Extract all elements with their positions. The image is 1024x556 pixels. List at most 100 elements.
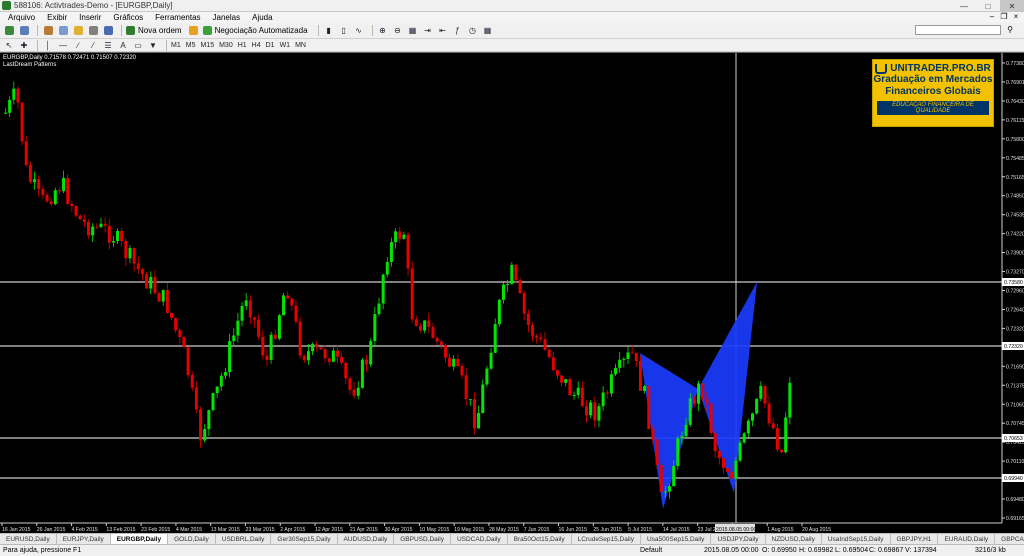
search-icon[interactable]: ⚲: [1004, 25, 1016, 35]
chart-tab[interactable]: GBPUSD,Daily: [394, 534, 451, 544]
data-window-icon[interactable]: [57, 25, 69, 37]
candle-body: [692, 398, 696, 404]
menu-bar: Arquivo Exibir Inserir Gráficos Ferramen…: [0, 12, 1024, 23]
timeframe-h4[interactable]: H4: [252, 42, 261, 49]
chart-tab[interactable]: Bra50Oct15,Daily: [508, 534, 572, 544]
minimize-button[interactable]: —: [952, 0, 976, 12]
candle-body: [352, 389, 356, 396]
mdi-close-icon[interactable]: ×: [1010, 12, 1022, 21]
candle-body: [74, 206, 78, 216]
chart-window[interactable]: 0.77380 0.76901 0.76430 0.76115 0.75800 0.754…: [0, 52, 1024, 534]
zoom-in-icon[interactable]: ⊕: [377, 25, 389, 37]
timeframe-w1[interactable]: W1: [280, 42, 291, 49]
chart-tab[interactable]: USDBRL,Daily: [216, 534, 272, 544]
menu-inserir[interactable]: Inserir: [73, 13, 107, 22]
candle-body: [531, 324, 535, 336]
candle-body: [746, 420, 750, 434]
horizontal-line-icon[interactable]: —: [57, 39, 69, 51]
maximize-button[interactable]: □: [976, 0, 1000, 12]
price-chart[interactable]: 0.77380 0.76901 0.76430 0.76115 0.75800 0.754…: [0, 53, 1024, 534]
mdi-minimize-icon[interactable]: –: [986, 12, 998, 21]
chart-tab[interactable]: USDCAD,Daily: [451, 534, 508, 544]
trendline-icon[interactable]: ∕: [72, 39, 84, 51]
chart-tab[interactable]: EURAUD,Daily: [938, 534, 996, 544]
chart-tab[interactable]: GOLD,Daily: [168, 534, 216, 544]
new-chart-icon[interactable]: [3, 25, 15, 37]
banner-line2: Financeiros Globais: [885, 86, 981, 97]
price-label: 0.72320: [1006, 326, 1024, 332]
cursor-icon[interactable]: ↖: [3, 39, 15, 51]
chart-tab[interactable]: Usa500Sep15,Daily: [641, 534, 712, 544]
candle-body: [373, 314, 377, 342]
price-label: 0.76901: [1006, 80, 1024, 86]
timeframe-m1[interactable]: M1: [171, 42, 181, 49]
candle-body: [564, 379, 568, 383]
chart-tab[interactable]: EURGBP,Daily: [110, 534, 169, 544]
menu-exibir[interactable]: Exibir: [41, 13, 73, 22]
menu-ajuda[interactable]: Ajuda: [246, 13, 278, 22]
candle-body: [555, 370, 559, 376]
chart-tab[interactable]: GBPJPY,H1: [891, 534, 939, 544]
periods-icon[interactable]: ◷: [467, 25, 479, 37]
new-order-button[interactable]: Nova ordem: [126, 26, 182, 35]
indicators-icon[interactable]: ƒ: [452, 25, 464, 37]
timeframe-m5[interactable]: M5: [186, 42, 196, 49]
chart-tab[interactable]: GBPCAD,Daily: [995, 534, 1024, 544]
search-input[interactable]: [915, 25, 1001, 35]
chart-tab[interactable]: LCrudeSep15,Daily: [572, 534, 641, 544]
timeframe-mn[interactable]: MN: [295, 42, 306, 49]
timeframe-d1[interactable]: D1: [266, 42, 275, 49]
vertical-line-icon[interactable]: │: [42, 39, 54, 51]
app-icon: [2, 1, 11, 10]
timeframe-h1[interactable]: H1: [238, 42, 247, 49]
tile-windows-icon[interactable]: ▦: [407, 25, 419, 37]
auto-trading-button[interactable]: Negociação Automatizada: [202, 26, 308, 35]
price-label: 0.70745: [1006, 421, 1024, 427]
menu-ferramentas[interactable]: Ferramentas: [149, 13, 206, 22]
candle-body: [468, 399, 472, 401]
status-profile[interactable]: Default: [640, 547, 662, 554]
menu-janelas[interactable]: Janelas: [207, 13, 247, 22]
menu-graficos[interactable]: Gráficos: [107, 13, 149, 22]
candle-body: [165, 289, 169, 313]
equidistant-channel-icon[interactable]: ⁄: [87, 39, 99, 51]
profiles-icon[interactable]: [18, 25, 30, 37]
mdi-restore-icon[interactable]: ❐: [998, 12, 1010, 21]
chart-tab[interactable]: Ger30Sep15,Daily: [271, 534, 338, 544]
text-tool-icon[interactable]: A: [117, 39, 129, 51]
menu-arquivo[interactable]: Arquivo: [2, 13, 41, 22]
price-label: 0.74850: [1006, 194, 1024, 200]
candle-body: [763, 385, 767, 404]
bar-chart-icon[interactable]: ▮: [323, 25, 335, 37]
fibonacci-icon[interactable]: ☰: [102, 39, 114, 51]
templates-icon[interactable]: ▦: [482, 25, 494, 37]
market-watch-icon[interactable]: [42, 25, 54, 37]
chart-tab[interactable]: NZDUSD,Daily: [766, 534, 822, 544]
chart-tab[interactable]: EURJPY,Daily: [57, 534, 111, 544]
close-button[interactable]: ✕: [1000, 0, 1024, 12]
metaeditor-icon[interactable]: [188, 25, 200, 37]
candlestick-icon[interactable]: ▯: [338, 25, 350, 37]
candle-body: [178, 330, 182, 337]
candle-body: [344, 362, 348, 379]
auto-scroll-icon[interactable]: ⇥: [422, 25, 434, 37]
line-chart-icon[interactable]: ∿: [353, 25, 365, 37]
candle-body: [589, 402, 593, 416]
title-bar: 588106: Activtrades-Demo - [EURGBP,Daily…: [0, 0, 1024, 12]
zoom-out-icon[interactable]: ⊖: [392, 25, 404, 37]
chart-tab[interactable]: USDJPY,Daily: [711, 534, 766, 544]
crosshair-icon[interactable]: ✚: [18, 39, 30, 51]
arrows-icon[interactable]: ▼: [147, 39, 159, 51]
navigator-icon[interactable]: [72, 25, 84, 37]
timeframe-m15[interactable]: M15: [200, 42, 214, 49]
terminal-icon[interactable]: [87, 25, 99, 37]
chart-shift-icon[interactable]: ⇤: [437, 25, 449, 37]
status-time: 2015.08.05 00:00: [704, 547, 759, 554]
strategy-tester-icon[interactable]: [102, 25, 114, 37]
timeframe-m30[interactable]: M30: [219, 42, 233, 49]
chart-tab[interactable]: UsaIndSep15,Daily: [822, 534, 891, 544]
text-label-icon[interactable]: ▭: [132, 39, 144, 51]
chart-tab[interactable]: AUDUSD,Daily: [338, 534, 395, 544]
candle-body: [477, 412, 481, 429]
chart-tab[interactable]: EURUSD,Daily: [0, 534, 57, 544]
